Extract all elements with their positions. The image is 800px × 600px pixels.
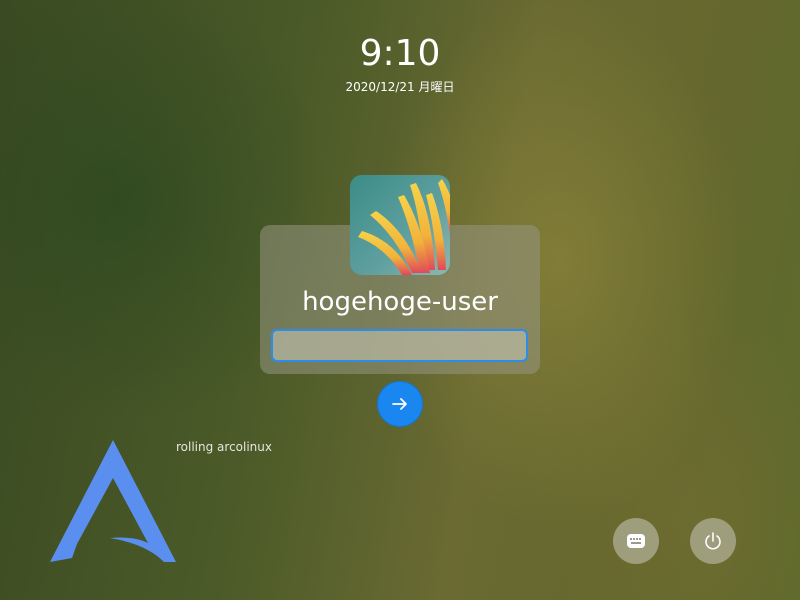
distro-label: rolling arcolinux <box>176 440 272 454</box>
user-avatar <box>350 175 450 275</box>
arcolinux-logo <box>50 440 176 562</box>
keyboard-icon <box>627 534 645 548</box>
flower-avatar-image <box>350 175 450 275</box>
power-button[interactable] <box>690 518 736 564</box>
clock-time: 9:10 <box>359 33 441 74</box>
login-submit-button[interactable] <box>377 381 423 427</box>
password-input[interactable] <box>271 329 528 362</box>
username-label: hogehoge-user <box>302 287 498 317</box>
arrow-right-icon <box>392 398 407 410</box>
clock-date: 2020/12/21 月曜日 <box>345 80 455 94</box>
power-icon <box>705 532 721 550</box>
virtual-keyboard-button[interactable] <box>613 518 659 564</box>
